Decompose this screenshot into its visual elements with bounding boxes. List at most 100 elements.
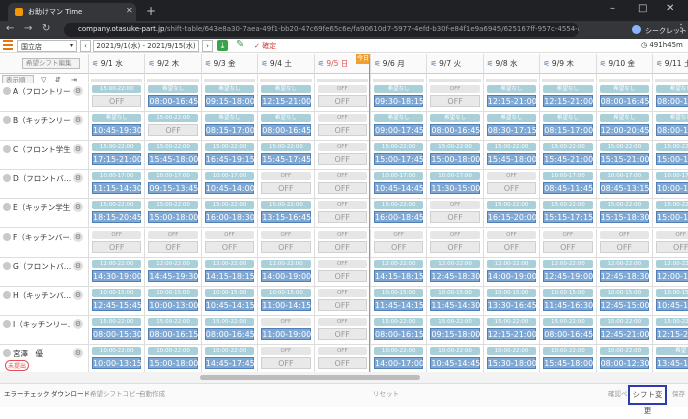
- shift-cell[interactable]: 15:00-22:00 08:00-16:45: [200, 315, 258, 345]
- shift-cell[interactable]: OFF OFF: [313, 112, 370, 142]
- shift-cell[interactable]: OFF OFF: [313, 199, 370, 229]
- shift-time[interactable]: 15:00-18:00: [148, 356, 198, 369]
- shift-cell[interactable]: 15:00-22:00 08:00-16:45: [539, 315, 596, 345]
- shift-time[interactable]: OFF: [148, 124, 198, 137]
- shift-cell[interactable]: OFF 11:00-19:00: [257, 315, 314, 345]
- shift-cell[interactable]: 10:00-15:00 10:00-13:00: [144, 286, 201, 316]
- shift-cell[interactable]: 15:00-22:00 15:00-18:00: [426, 141, 483, 171]
- shift-cell[interactable]: 15:00-22:00 09:15-18:00: [426, 315, 483, 345]
- browser-tab[interactable]: お助けマン Time ✕: [8, 3, 136, 21]
- auto-create-button[interactable]: 自動作成: [139, 389, 165, 401]
- shift-time[interactable]: 08:00-16:45: [656, 95, 688, 107]
- shift-time[interactable]: 15:45-17:45: [261, 153, 311, 166]
- shift-cell[interactable]: OFF OFF: [257, 344, 314, 374]
- day-header[interactable]: ⚟ 9/9 木: [539, 54, 595, 82]
- shift-time[interactable]: OFF: [374, 240, 424, 253]
- shift-time[interactable]: OFF: [486, 182, 537, 195]
- shift-cell[interactable]: 12:00-22:00 14:30-19:00: [88, 257, 145, 287]
- gear-icon[interactable]: ⚙: [73, 86, 83, 96]
- day-header[interactable]: ⚟ 9/8 水: [482, 54, 539, 82]
- shift-time[interactable]: 13:45-18:00: [656, 356, 688, 369]
- shift-cell[interactable]: 15:00-22:00 17:15-21:00: [88, 141, 145, 171]
- shift-time[interactable]: 15:00-17:45: [374, 153, 424, 166]
- shift-cell[interactable]: 10:00-15:00 11:45-14:15: [370, 286, 427, 316]
- shift-cell[interactable]: OFF OFF: [313, 228, 370, 258]
- shift-time[interactable]: 11:15-14:30: [92, 182, 142, 195]
- shift-time[interactable]: 08:15-17:00: [204, 124, 255, 137]
- shift-time[interactable]: 12:15-21:00: [486, 327, 537, 340]
- shift-cell[interactable]: OFF OFF: [144, 228, 201, 258]
- employee-row-header[interactable]: A（フロントリー…⚙: [0, 83, 88, 113]
- horizontal-scrollbar[interactable]: [0, 372, 688, 383]
- shift-time[interactable]: 16:00-18:45: [374, 211, 424, 224]
- employee-row-header[interactable]: B（キッチンリー…⚙: [0, 112, 88, 142]
- shift-cell[interactable]: 10:00-15:00 12:45-15:45: [88, 286, 145, 316]
- gear-icon[interactable]: ⚙: [73, 144, 83, 155]
- shift-time[interactable]: 17:15-21:00: [92, 153, 142, 166]
- shift-cell[interactable]: 10:00-17:00 10:45-14:00: [200, 170, 258, 200]
- shift-time[interactable]: OFF: [656, 240, 688, 253]
- gear-icon[interactable]: ⚙: [73, 289, 83, 300]
- day-header[interactable]: ⚟ 9/11 土: [652, 54, 688, 82]
- shift-time[interactable]: OFF: [599, 240, 649, 253]
- shift-time[interactable]: 10:00-13:15: [92, 356, 142, 369]
- shift-time[interactable]: 10:45-19:30: [92, 124, 142, 137]
- gear-icon[interactable]: ⚙: [73, 115, 83, 126]
- shift-time[interactable]: OFF: [543, 240, 593, 253]
- shift-cell[interactable]: 15:00-22:00 16:45-19:15: [200, 141, 258, 171]
- shift-time[interactable]: 14:00-17:00: [374, 356, 424, 369]
- shift-time[interactable]: 11:00-14:15: [261, 298, 311, 311]
- shift-cell[interactable]: 10:00-17:00 10:45-14:45: [370, 170, 427, 200]
- shift-cell[interactable]: 15:00-22:00 16:00-18:30: [200, 199, 258, 229]
- window-close-icon[interactable]: ✕: [666, 3, 674, 14]
- shift-cell[interactable]: 15:00-22:00 08:00-15:30: [88, 315, 145, 345]
- shift-time[interactable]: 12:45-18:30: [430, 269, 480, 282]
- shift-time[interactable]: 11:45-14:30: [430, 298, 480, 311]
- shift-cell[interactable]: OFF OFF: [313, 344, 370, 374]
- shift-cell[interactable]: 12:00-22:00 12:45-19:00: [539, 257, 596, 287]
- shift-time[interactable]: 10:45-14:15: [204, 298, 255, 311]
- shift-time[interactable]: 09:30-18:15: [374, 95, 424, 107]
- shift-time[interactable]: OFF: [317, 124, 367, 137]
- prev-period-button[interactable]: ‹: [80, 40, 91, 52]
- shift-time[interactable]: 08:00-16:45: [204, 327, 255, 340]
- shift-cell[interactable]: OFF OFF: [313, 83, 370, 113]
- shift-time[interactable]: OFF: [261, 240, 311, 253]
- wish-copy-button[interactable]: 希望シフトコピー: [90, 389, 142, 401]
- day-header[interactable]: ⚟ 9/3 金: [200, 54, 257, 82]
- shift-time[interactable]: 16:00-18:30: [204, 211, 255, 224]
- minimize-icon[interactable]: –: [610, 3, 615, 14]
- shift-cell[interactable]: OFF OFF: [482, 170, 540, 200]
- shift-cell[interactable]: 15:00-22:00 15:45-17:45: [257, 141, 314, 171]
- shift-time[interactable]: 15:00-17:00: [656, 153, 688, 166]
- shift-time[interactable]: OFF: [92, 95, 142, 107]
- shift-time[interactable]: 12:45-21:00: [599, 327, 650, 340]
- shift-time[interactable]: OFF: [317, 269, 367, 282]
- shift-cell[interactable]: OFF OFF: [313, 141, 370, 171]
- shift-cell[interactable]: OFF OFF: [200, 228, 258, 258]
- shift-time[interactable]: 08:00-16:45: [261, 124, 311, 137]
- day-header[interactable]: ⚟ 9/4 土: [257, 54, 313, 82]
- shift-cell[interactable]: 12:00-22:00 12:45-18:30: [595, 257, 652, 287]
- shift-cell[interactable]: 15:00-22:00 15:45-18:00: [482, 141, 540, 171]
- employee-row-header[interactable]: I（キッチンリー… ⚙: [0, 315, 88, 345]
- close-tab-icon[interactable]: ✕: [126, 6, 133, 15]
- shift-time[interactable]: 12:15-21:00: [486, 95, 537, 107]
- gear-icon[interactable]: ⚙: [73, 260, 83, 271]
- shift-time[interactable]: 08:00-15:30: [92, 327, 142, 340]
- shift-cell[interactable]: 希望なし 09:15-18:00: [200, 83, 258, 113]
- shift-cell[interactable]: 10:00-17:00 09:15-13:45: [144, 170, 201, 200]
- shift-cell[interactable]: OFF OFF: [539, 228, 596, 258]
- shift-time[interactable]: 15:15-18:30: [599, 211, 650, 224]
- shift-time[interactable]: 15:45-18:00: [543, 356, 593, 369]
- download-button[interactable]: ダウンロード: [51, 389, 90, 401]
- shift-cell[interactable]: 15:00-22:00 15:45-18:00: [144, 141, 201, 171]
- shift-time[interactable]: 18:15-20:45: [92, 211, 142, 224]
- shift-cell[interactable]: 10:00-17:00 08:45-13:15: [595, 170, 652, 200]
- shift-time[interactable]: 08:00-16:45: [543, 327, 593, 340]
- shift-cell[interactable]: OFF OFF: [313, 257, 370, 287]
- shift-cell[interactable]: 15:00-22:00 12:45-21:00: [595, 315, 652, 345]
- shift-time[interactable]: 15:30-18:00: [486, 356, 537, 369]
- day-header[interactable]: ⚟ 9/6 月: [370, 54, 426, 82]
- shift-cell[interactable]: OFF OFF: [595, 228, 652, 258]
